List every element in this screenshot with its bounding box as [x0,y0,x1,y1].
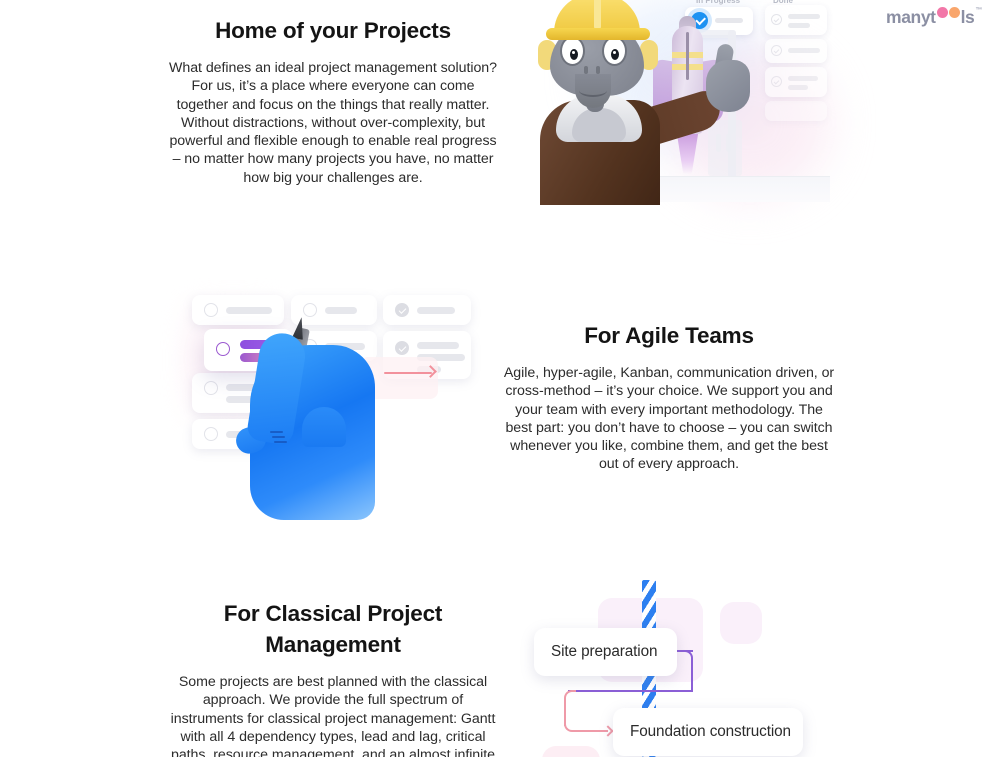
alien-pupil-right [611,49,619,60]
gantt-task-card-foundation-construction[interactable]: Foundation construction [613,708,803,756]
card-bar [788,76,818,81]
kanban-column-label-in-progress: In Progress [696,0,741,5]
check-circle-gray-icon [771,14,782,25]
checkbox-circle-icon [204,303,218,317]
mini-card-done [765,39,827,63]
section-2-heading: For Agile Teams [584,323,754,348]
check-circle-gray-icon [771,76,782,87]
launch-tower-detail [726,134,731,152]
rocket-seam [686,32,689,80]
alien-nostril-right [596,66,600,74]
card-bar [715,18,743,23]
alien-smile [579,84,607,97]
hand-knuckles [302,407,346,447]
card-bar [226,307,272,314]
hand-crease [272,436,285,438]
section-for-agile-teams: For Agile Teams Agile, hyper-agile, Kanb… [503,320,835,474]
gantt-block-pink [542,746,600,757]
card-bar [417,342,459,349]
mini-card-done [765,101,827,121]
checkbox-circle-icon [204,427,218,441]
gantt-task-label: Foundation construction [630,723,791,740]
alien-nostril-left [584,66,588,74]
card-bar [788,85,808,90]
illustration-gantt: Site preparation Foundation construction [520,580,850,757]
alien-hand [706,60,750,112]
checkbox-circle-icon [204,381,218,395]
alien-pupil-left [570,49,578,60]
checkbox-circle-icon [303,303,317,317]
alien-hardhat-ridge [594,0,601,30]
gantt-task-card-site-preparation[interactable]: Site preparation [534,628,677,676]
check-circle-gray-icon [771,45,782,56]
mini-card-done [765,5,827,35]
gantt-block [720,602,762,644]
section-2-body: Agile, hyper-agile, Kanban, communicatio… [503,365,835,473]
hand-crease [270,431,283,433]
logo-dot-pink-icon [936,7,948,18]
task-card [192,295,284,325]
mini-card-done [765,67,827,97]
gantt-task-label: Site preparation [551,643,658,660]
section-1-heading: Home of your Projects [215,18,451,43]
dependency-arrow-head-icon [602,725,614,737]
illustration-agile [178,285,490,520]
section-3-body: Some projects are best planned with the … [170,674,496,757]
logo-text-prefix: manyt [886,7,936,27]
task-card [291,295,377,325]
card-bar [325,307,357,314]
manytools-logo[interactable]: manyt ls ™ [886,7,982,28]
card-bar [788,23,810,28]
alien-eye-right [602,36,627,66]
card-bar [417,307,455,314]
launch-tower-detail [716,134,721,152]
logo-double-o [936,7,960,18]
section-home-of-your-projects: Home of your Projects What defines an id… [167,15,499,187]
card-bar [788,48,820,53]
dependency-corner-purple [683,650,693,692]
section-for-classical-project-management: For Classical Project Management Some pr… [167,598,499,757]
section-3-heading: For Classical Project Management [223,601,443,657]
check-circle-icon [395,303,409,317]
launch-tower-base [708,120,742,176]
illustration-projects: In Progress Done [520,0,830,223]
dependency-line-purple [568,690,693,692]
logo-trademark: ™ [975,7,982,14]
logo-text-suffix: ls [960,7,975,27]
page-root: manyt ls ™ Home of your Projects What de… [0,0,1000,757]
logo-dot-peach-icon [948,7,960,18]
task-card-done [383,295,471,325]
alien-eye-left [560,36,585,66]
alien-hardhat-brim [546,28,650,40]
card-bar [788,14,820,19]
hand-crease [274,441,287,443]
check-circle-icon [395,341,409,355]
checkbox-circle-highlight-icon [216,342,230,356]
section-1-body: What defines an ideal project management… [169,60,497,186]
